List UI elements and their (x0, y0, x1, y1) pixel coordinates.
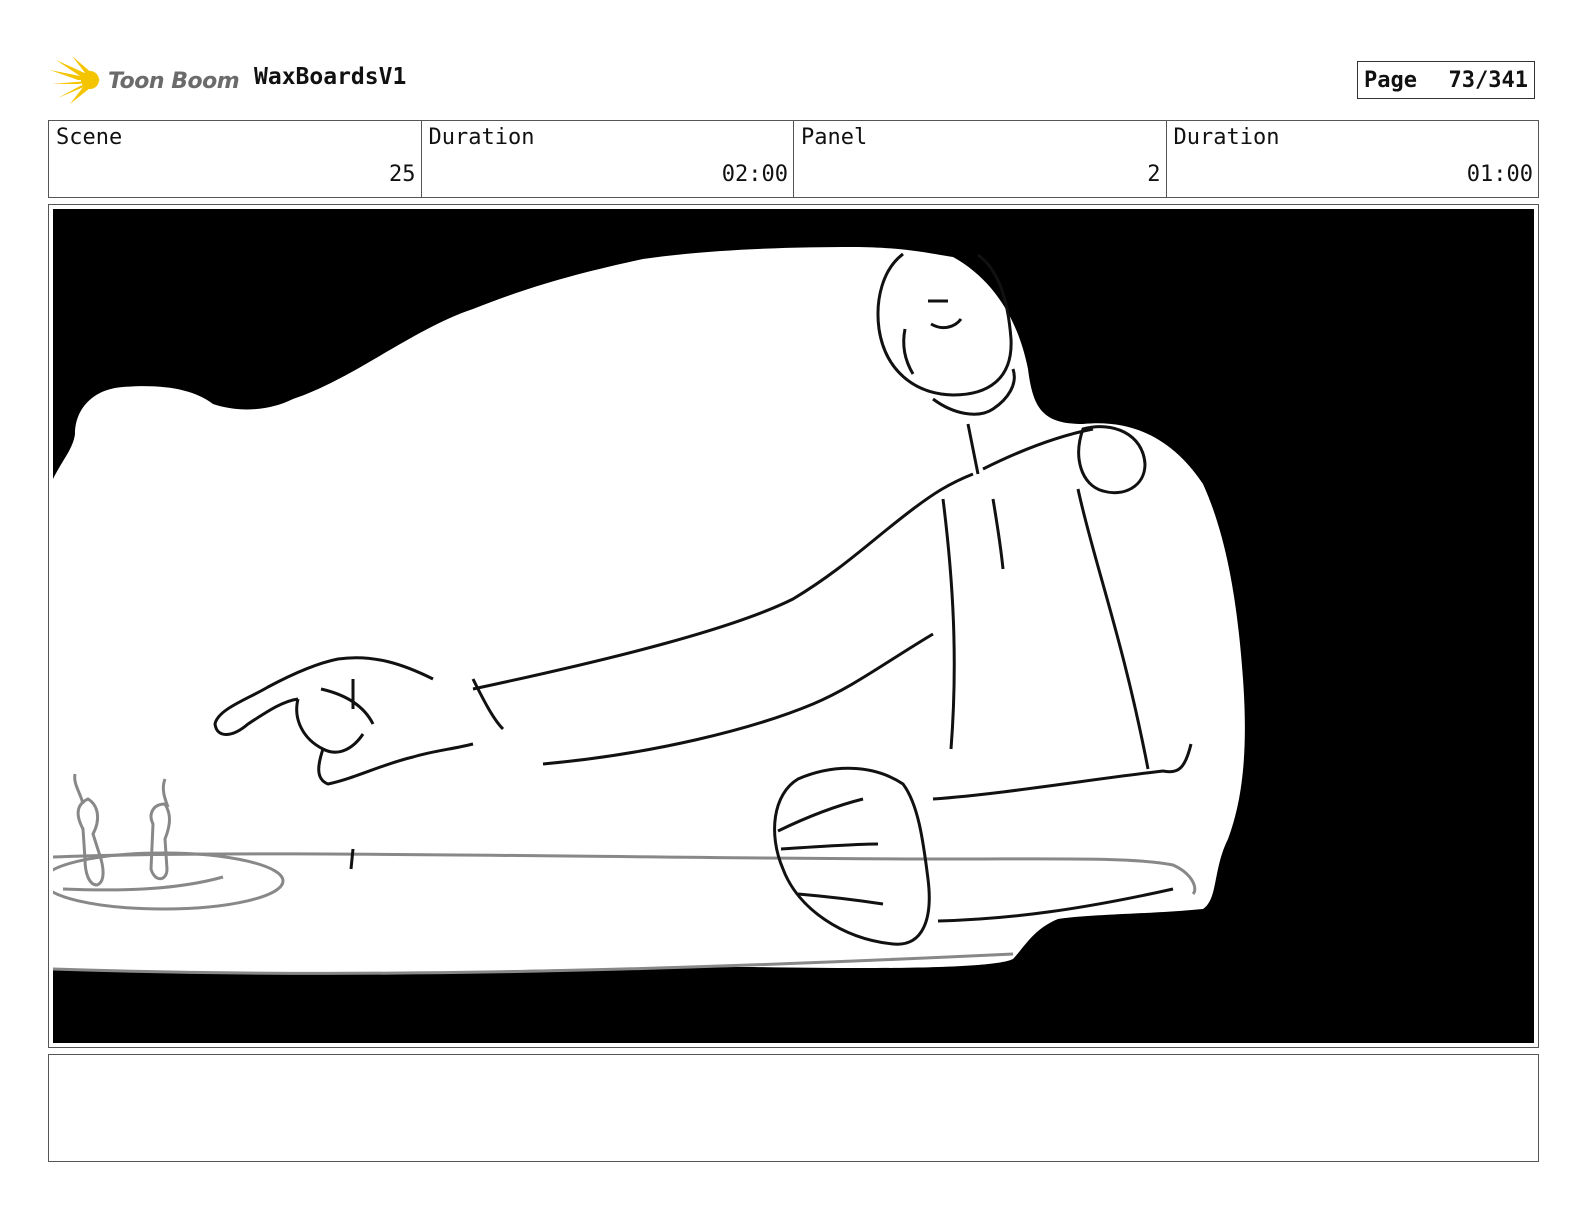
panel-duration-cell: Duration 01:00 (1167, 121, 1539, 197)
storyboard-panel (48, 204, 1539, 1048)
scene-cell: Scene 25 (49, 121, 422, 197)
toon-boom-logo: Toon Boom (50, 56, 240, 106)
scene-duration-value: 02:00 (721, 162, 788, 187)
scene-duration-label: Duration (428, 125, 535, 150)
panel-notes (48, 1054, 1539, 1162)
page-indicator: Page 73/341 (1357, 61, 1535, 99)
panel-duration-value: 01:00 (1466, 162, 1533, 187)
scene-value: 25 (389, 162, 416, 187)
page-number: 73/341 (1448, 67, 1528, 93)
storyboard-info-table: Scene 25 Duration 02:00 Panel 2 Duration… (48, 120, 1539, 198)
scene-duration-cell: Duration 02:00 (422, 121, 794, 197)
panel-duration-label: Duration (1173, 125, 1280, 150)
scene-label: Scene (56, 125, 123, 150)
project-title: WaxBoardsV1 (254, 64, 407, 90)
panel-label: Panel (801, 125, 868, 150)
panel-sketch (53, 209, 1534, 1043)
panel-value: 2 (1147, 162, 1161, 187)
page-header: Toon Boom WaxBoardsV1 Page 73/341 (50, 56, 1540, 106)
toon-boom-star-icon (50, 56, 100, 104)
page-label: Page (1364, 67, 1417, 93)
panel-cell: Panel 2 (794, 121, 1167, 197)
logo-text: Toon Boom (108, 68, 240, 94)
